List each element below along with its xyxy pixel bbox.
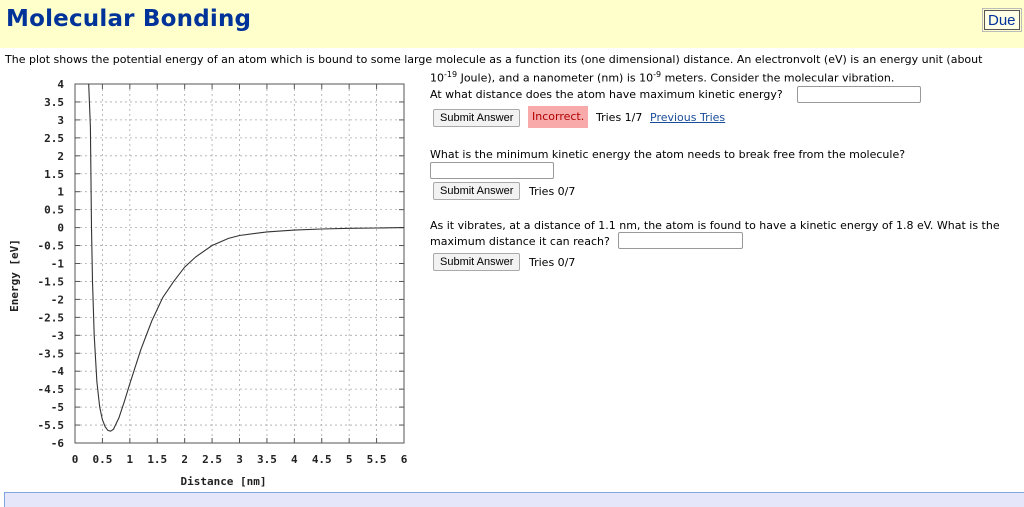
x-tick-label: 5.5 (367, 453, 387, 466)
y-tick-label: -4 (51, 365, 65, 378)
y-tick-label: -4.5 (38, 383, 65, 396)
y-tick-label: -5 (51, 401, 64, 414)
y-tick-label: 0 (57, 222, 64, 235)
x-tick-labels: 0 0.5 1 1.5 2 2.5 3 3.5 4 4.5 5 5.5 6 (72, 453, 408, 466)
question-2-tries: Tries 0/7 (529, 185, 576, 198)
x-tick-label: 0 (72, 453, 79, 466)
y-tick-label: -1 (51, 258, 65, 271)
question-3-answer-input[interactable] (618, 232, 743, 249)
x-tick-label: 0.5 (92, 453, 112, 466)
y-tick-label: -1.5 (38, 275, 65, 288)
y-tick-label: -3 (51, 329, 64, 342)
y-tick-label: 2 (57, 150, 64, 163)
x-tick-label: 2.5 (202, 453, 222, 466)
x-tick-label: 2 (181, 453, 188, 466)
question-1-status-badge: Incorrect. (528, 106, 589, 128)
y-tick-label: 2.5 (44, 132, 64, 145)
previous-tries-link[interactable]: Previous Tries (650, 111, 725, 124)
question-2-text: What is the minimum kinetic energy the a… (430, 148, 906, 161)
y-tick-label: 4 (57, 78, 64, 91)
question-2-submit-button[interactable]: Submit Answer (433, 182, 521, 200)
y-tick-label: 1 (57, 186, 64, 199)
x-axis-label: Distance [nm] (180, 475, 266, 488)
y-tick-labels: 4 3.5 3 2.5 2 1.5 1 0.5 0 -0.5 -1 -1.5 -2 -2.5 -3 -3.5 -… (38, 78, 65, 450)
question-2-answer-input[interactable] (430, 162, 554, 179)
question-1-answer-input[interactable] (797, 86, 921, 103)
x-tick-label: 4 (291, 453, 298, 466)
y-tick-label: -3.5 (38, 347, 65, 360)
y-tick-label: -0.5 (38, 240, 65, 253)
question-3-text-line1: As it vibrates, at a distance of 1.1 nm,… (430, 219, 1000, 232)
y-tick-label: -2.5 (38, 311, 65, 324)
question-3-submit-button[interactable]: Submit Answer (433, 253, 521, 271)
question-1-tries: Tries 1/7 (596, 111, 643, 124)
question-1-submit-button[interactable]: Submit Answer (433, 109, 521, 127)
question-3-tries: Tries 0/7 (529, 256, 576, 269)
y-tick-label: 1.5 (44, 168, 64, 181)
intro-line2: 10-19 Joule), and a nanometer (nm) is 10… (430, 70, 895, 85)
problem-intro: The plot shows the potential energy of a… (5, 53, 982, 66)
x-tick-label: 3 (236, 453, 243, 466)
header-bar: Molecular Bonding Due (0, 0, 1024, 48)
x-tick-label: 5 (346, 453, 353, 466)
x-tick-label: 1 (127, 453, 134, 466)
y-tick-label: -2 (51, 293, 64, 306)
x-tick-label: 6 (401, 453, 408, 466)
y-tick-label: -5.5 (38, 419, 65, 432)
y-tick-label: 3.5 (44, 96, 64, 109)
y-tick-label: -6 (51, 437, 65, 450)
question-3-text-line2: maximum distance it can reach? (430, 235, 610, 248)
y-tick-label: 0.5 (44, 204, 64, 217)
plot-grid (75, 84, 404, 443)
x-tick-label: 3.5 (257, 453, 277, 466)
intro-line1: The plot shows the potential energy of a… (5, 53, 983, 66)
footer-panel (4, 492, 1024, 507)
page-title: Molecular Bonding (6, 6, 252, 32)
question-1-text: At what distance does the atom have maxi… (430, 88, 783, 101)
due-button[interactable]: Due (982, 8, 1022, 32)
energy-curve (88, 83, 405, 432)
y-tick-label: 3 (57, 114, 64, 127)
y-axis-label: Energy [eV] (8, 239, 21, 312)
x-tick-label: 1.5 (147, 453, 167, 466)
x-tick-label: 4.5 (312, 453, 332, 466)
potential-energy-plot: 0 0.5 1 1.5 2 2.5 3 3.5 4 4.5 5 5.5 6 43.532.521.510… (8, 78, 408, 488)
